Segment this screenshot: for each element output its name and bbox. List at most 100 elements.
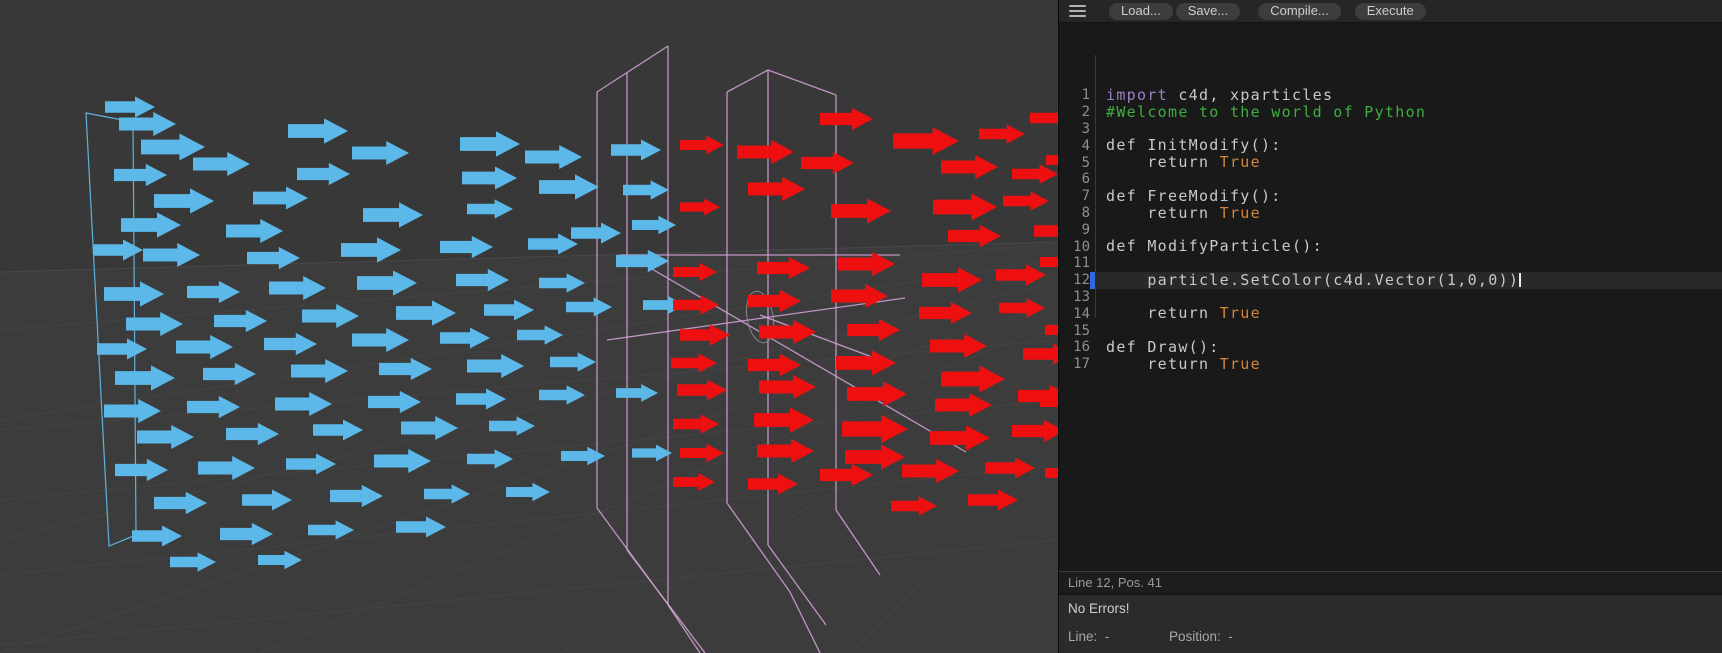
python-editor-panel: Load... Save... Compile... Execute 1 import … (1058, 0, 1722, 653)
code-text: return True (1106, 203, 1261, 222)
line-number: 5 (1081, 154, 1090, 171)
particle-arrow-blue (341, 237, 401, 263)
error-line-info: Line: - (1068, 629, 1110, 644)
particle-arrow-red (737, 140, 794, 164)
particle-arrow-blue (143, 243, 200, 267)
error-position-info: Position: - (1169, 629, 1233, 644)
code-line[interactable]: 11 (1059, 255, 1722, 272)
line-number: 15 (1073, 322, 1090, 339)
particle-arrow-blue (462, 166, 517, 190)
line-number: 16 (1073, 339, 1090, 356)
code-line[interactable]: 16 def Draw(): (1059, 339, 1722, 356)
cursor-status-bar: Line 12, Pos. 41 (1059, 571, 1722, 592)
execute-button[interactable]: Execute (1354, 2, 1426, 20)
line-number: 7 (1081, 188, 1090, 205)
particle-arrow-blue (288, 118, 348, 144)
line-number: 17 (1073, 356, 1090, 373)
particle-arrow-red (933, 193, 997, 221)
line-number: 13 (1073, 288, 1090, 305)
line-number: 10 (1073, 238, 1090, 255)
line-number: 12 (1073, 272, 1090, 289)
code-line[interactable]: 7 def FreeModify(): (1059, 186, 1722, 205)
particle-arrow-blue (352, 141, 409, 165)
viewport-canvas[interactable] (0, 0, 1058, 653)
particle-arrow-blue (121, 212, 181, 238)
ground-plane (0, 242, 1058, 653)
particle-arrow-blue (611, 139, 661, 161)
code-line[interactable]: 3 (1059, 121, 1722, 138)
code-line[interactable]: 17 return True (1059, 354, 1722, 373)
particle-arrow-blue (571, 222, 621, 244)
particle-arrow-red (979, 124, 1025, 144)
modifier-plane-edge (596, 45, 669, 93)
particle-arrow-blue (141, 133, 205, 161)
particle-arrow-red (893, 127, 959, 155)
save-button[interactable]: Save... (1175, 2, 1241, 20)
particle-arrow-red (680, 198, 720, 216)
code-text: particle.SetColor(c4d.Vector(1,0,0)) (1095, 271, 1722, 289)
code-line[interactable]: 12 particle.SetColor(c4d.Vector(1,0,0)) (1059, 271, 1722, 289)
code-line[interactable]: 13 (1059, 289, 1722, 306)
code-line[interactable]: 2 #Welcome to the world of Python (1059, 102, 1722, 121)
particle-arrow-blue (297, 162, 350, 186)
particle-arrow-red (831, 198, 891, 224)
code-line[interactable]: 10 def ModifyParticle(): (1059, 238, 1722, 255)
line-number: 14 (1073, 305, 1090, 322)
code-text: def InitModify(): (1106, 136, 1282, 155)
particle-arrow-blue (226, 219, 283, 243)
modifier-plane-edge (767, 69, 837, 96)
particle-arrow-blue (467, 199, 513, 219)
compile-result-text: No Errors! (1068, 601, 1130, 616)
particle-arrow-blue (623, 180, 669, 200)
compile-button[interactable]: Compile... (1258, 2, 1341, 20)
particle-arrow-blue (525, 145, 582, 169)
particle-arrow-blue (114, 163, 167, 187)
code-editor[interactable]: 1 import c4d, xparticles 2 #Welcome to the … (1059, 22, 1722, 571)
particle-arrow-blue (193, 152, 250, 176)
particle-arrow-red (1034, 225, 1058, 237)
text-cursor (1519, 272, 1522, 287)
line-number: 3 (1081, 120, 1090, 137)
code-text: return True (1106, 153, 1261, 172)
code-text: def FreeModify(): (1106, 186, 1282, 205)
particle-arrow-blue (363, 202, 423, 228)
code-text: return True (1106, 354, 1261, 373)
code-line[interactable]: 15 (1059, 322, 1722, 339)
editor-toolbar: Load... Save... Compile... Execute (1059, 0, 1722, 23)
particle-arrow-blue (460, 131, 520, 157)
compiler-footer: No Errors! Line: - Position: - (1059, 593, 1722, 653)
viewport-3d[interactable] (0, 0, 1058, 653)
particle-arrow-red (1012, 164, 1058, 184)
particle-arrow-red (1030, 108, 1058, 128)
code-text: import c4d, xparticles (1106, 86, 1334, 104)
code-line[interactable]: 5 return True (1059, 154, 1722, 171)
code-line[interactable]: 6 (1059, 171, 1722, 188)
code-line[interactable]: 1 import c4d, xparticles (1059, 87, 1722, 104)
particle-arrow-blue (253, 186, 308, 210)
load-button[interactable]: Load... (1109, 2, 1173, 20)
line-number: 8 (1081, 204, 1090, 221)
particle-arrow-red (680, 135, 724, 155)
particle-arrow-red (801, 151, 854, 175)
modifier-plane-edge (726, 69, 769, 93)
code-line[interactable]: 8 return True (1059, 203, 1722, 222)
code-line[interactable]: 14 return True (1059, 305, 1722, 322)
code-text: #Welcome to the world of Python (1106, 102, 1427, 121)
particle-arrow-blue (632, 215, 676, 235)
line-number: 2 (1081, 104, 1090, 121)
code-text: def ModifyParticle(): (1106, 237, 1323, 256)
code-text: def Draw(): (1106, 337, 1220, 356)
code-line[interactable]: 4 def InitModify(): (1059, 137, 1722, 154)
menu-icon[interactable] (1069, 5, 1086, 17)
particle-arrow-blue (119, 112, 176, 136)
code-line[interactable]: 9 (1059, 221, 1722, 238)
particle-arrow-red (748, 177, 805, 201)
line-number: 11 (1073, 255, 1090, 272)
line-number: 4 (1081, 137, 1090, 154)
